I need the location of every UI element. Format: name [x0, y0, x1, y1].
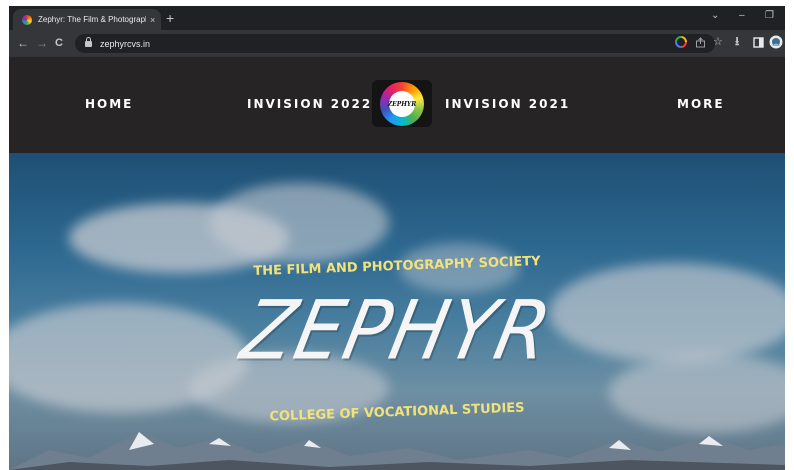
new-tab-button[interactable]: + [166, 9, 174, 27]
tab-search-icon[interactable]: ⌄ [711, 10, 719, 21]
tab-title: Zephyr: The Film & Photography [38, 15, 146, 24]
browser-window: Zephyr: The Film & Photography × + ⌄ – ❐… [9, 6, 785, 470]
url-text: zephyrcvs.in [100, 38, 151, 49]
site-header: HOME INVISION 2022 ZEPHYR INVISION 2021 … [9, 57, 785, 153]
sidepanel-icon[interactable] [753, 37, 764, 48]
site-logo[interactable]: ZEPHYR [372, 80, 432, 127]
hero-banner: THE FILM AND PHOTOGRAPHY SOCIETY ZEPHYR … [9, 153, 785, 470]
hero-title: ZEPHYR [233, 283, 561, 379]
profile-icon[interactable] [769, 35, 783, 49]
logo-text: ZEPHYR [387, 100, 417, 108]
forward-button[interactable]: → [36, 35, 48, 51]
nav-more-link[interactable]: MORE [677, 97, 725, 111]
tab-close-icon[interactable]: × [150, 15, 155, 25]
nav-invision-2022-link[interactable]: INVISION 2022 [247, 97, 372, 111]
tab-strip: Zephyr: The Film & Photography × + ⌄ – ❐ [9, 6, 785, 30]
nav-invision-2021-link[interactable]: INVISION 2021 [445, 97, 570, 111]
bookmark-star-icon[interactable]: ☆ [713, 36, 723, 48]
browser-tab[interactable]: Zephyr: The Film & Photography × [13, 9, 161, 30]
reload-button[interactable]: C [55, 35, 63, 51]
back-button[interactable]: ← [17, 35, 29, 51]
download-icon[interactable]: ⭳ [735, 35, 739, 47]
nav-home-link[interactable]: HOME [85, 97, 133, 111]
restore-button[interactable]: ❐ [765, 10, 774, 21]
favicon-icon [22, 14, 32, 25]
google-icon[interactable] [675, 36, 687, 48]
lock-icon[interactable] [85, 36, 92, 47]
address-bar[interactable]: zephyrcvs.in [75, 34, 715, 53]
cloud [209, 183, 389, 263]
share-icon[interactable] [695, 37, 706, 48]
minimize-button[interactable]: – [739, 10, 745, 21]
browser-toolbar: ← → C zephyrcvs.in ☆ ⭳ [9, 30, 785, 57]
camera-aperture-icon: ZEPHYR [380, 82, 424, 126]
